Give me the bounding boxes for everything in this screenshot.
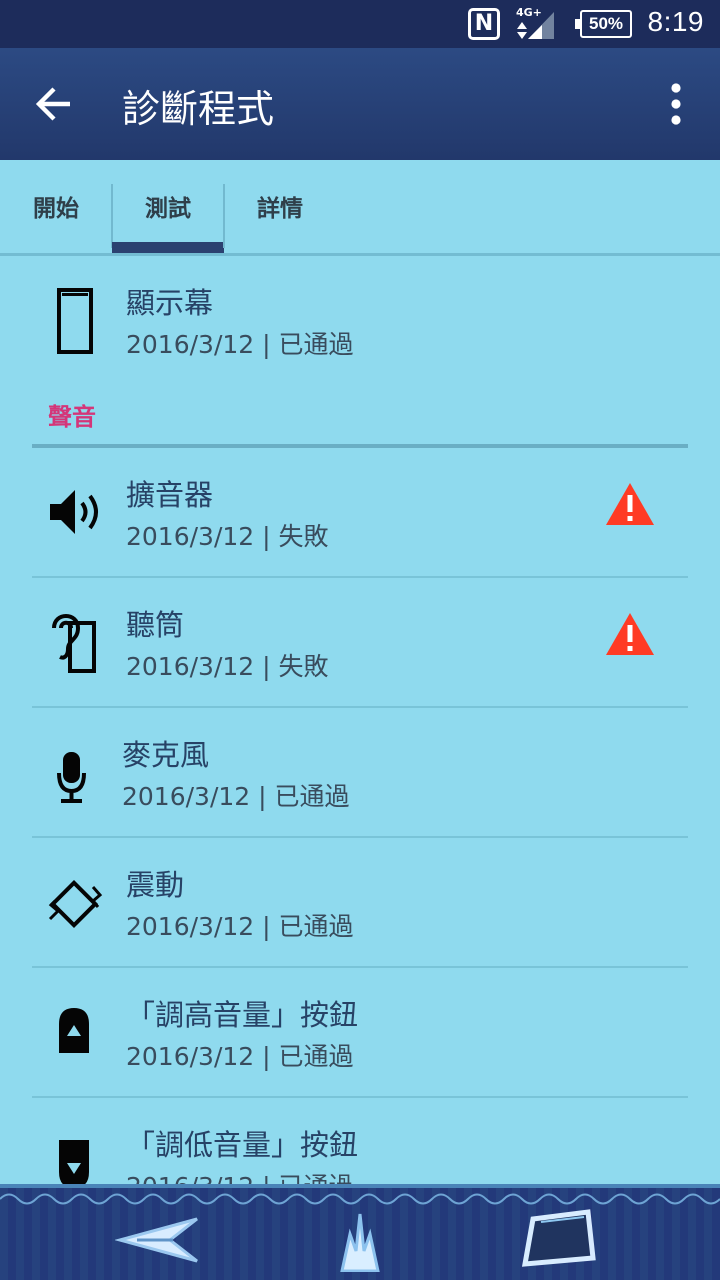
status-bar: N 4G+ 50% 8:19 bbox=[0, 0, 720, 48]
section-header-sound: 聲音 bbox=[48, 403, 96, 431]
list-item-status: 2016/3/12 | 已通過 bbox=[126, 1042, 354, 1071]
display-icon bbox=[57, 288, 93, 354]
list-item-title: 擴音器 bbox=[126, 478, 214, 512]
vibration-icon bbox=[48, 879, 103, 929]
nav-back-icon[interactable] bbox=[115, 1206, 203, 1272]
list-item-display[interactable]: 顯示幕 2016/3/12 | 已通過 bbox=[0, 256, 720, 384]
tab-bar: 開始 測試 詳情 bbox=[0, 160, 720, 256]
microphone-icon bbox=[57, 752, 86, 803]
more-vert-icon[interactable] bbox=[662, 80, 690, 128]
status-time: 8:19 bbox=[647, 6, 704, 37]
list-item-status: 2016/3/12 | 已通過 bbox=[122, 782, 350, 811]
warning-icon bbox=[606, 483, 654, 525]
list-item-status: 2016/3/12 | 已通過 bbox=[126, 912, 354, 941]
earpiece-icon bbox=[52, 614, 96, 673]
battery-indicator: 50% bbox=[575, 10, 632, 38]
nav-home-icon[interactable] bbox=[316, 1206, 404, 1272]
list-item-speaker[interactable]: 擴音器 2016/3/12 | 失敗 bbox=[0, 448, 720, 576]
speaker-icon bbox=[50, 490, 98, 534]
network-type-label: 4G+ bbox=[516, 6, 542, 19]
arrow-left-icon[interactable] bbox=[32, 82, 76, 126]
tab-start[interactable]: 開始 bbox=[0, 160, 112, 256]
page-title: 診斷程式 bbox=[122, 87, 275, 131]
list-item-title: 「調高音量」按鈕 bbox=[126, 998, 359, 1032]
list-item-title: 麥克風 bbox=[122, 738, 210, 772]
navigation-bar bbox=[0, 1184, 720, 1280]
list-item-title: 聽筒 bbox=[126, 608, 185, 642]
navigation-bar-ornament bbox=[0, 1193, 720, 1205]
tab-details[interactable]: 詳情 bbox=[224, 160, 336, 256]
list-item-title: 震動 bbox=[126, 868, 185, 902]
list-item-title: 「調低音量」按鈕 bbox=[126, 1128, 359, 1162]
list-item-status: 2016/3/12 | 已通過 bbox=[126, 330, 354, 359]
warning-icon bbox=[606, 613, 654, 655]
list-item-earpiece[interactable]: 聽筒 2016/3/12 | 失敗 bbox=[0, 578, 720, 706]
app-bar: 診斷程式 bbox=[0, 48, 720, 160]
signal-icon: 4G+ bbox=[516, 6, 554, 39]
nfc-icon: N bbox=[468, 8, 500, 40]
list-item-status: 2016/3/12 | 失敗 bbox=[126, 652, 329, 681]
nav-recents-icon[interactable] bbox=[520, 1206, 608, 1272]
list-item-volume-up[interactable]: 「調高音量」按鈕 2016/3/12 | 已通過 bbox=[0, 968, 720, 1096]
list-item-title: 顯示幕 bbox=[126, 286, 214, 320]
list-item-vibration[interactable]: 震動 2016/3/12 | 已通過 bbox=[0, 838, 720, 966]
tab-tests[interactable]: 測試 bbox=[112, 160, 224, 256]
volume-up-button-icon bbox=[59, 1008, 89, 1053]
list-item-microphone[interactable]: 麥克風 2016/3/12 | 已通過 bbox=[0, 708, 720, 836]
list-item-status: 2016/3/12 | 失敗 bbox=[126, 522, 329, 551]
